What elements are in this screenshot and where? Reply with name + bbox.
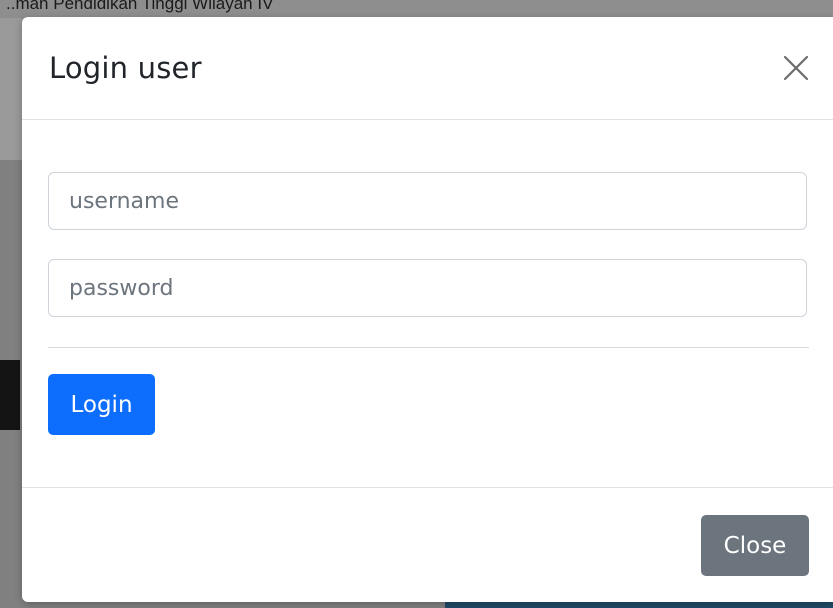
modal-body: Login — [22, 120, 833, 486]
backdrop-heading-fragment — [0, 360, 20, 430]
close-button[interactable]: Close — [701, 515, 809, 576]
backdrop-header-text: ..man Pendidikan Tinggi Wilayah IV — [6, 0, 274, 13]
form-divider — [48, 347, 809, 348]
close-icon[interactable] — [781, 53, 811, 83]
login-modal: Login user Login Close — [22, 17, 833, 602]
modal-footer: Close — [22, 487, 833, 603]
username-input[interactable] — [48, 172, 807, 230]
modal-title: Login user — [49, 51, 202, 85]
backdrop-top-strip: ..man Pendidikan Tinggi Wilayah IV — [0, 0, 833, 18]
password-input[interactable] — [48, 259, 807, 317]
login-button[interactable]: Login — [48, 374, 155, 435]
modal-header: Login user — [22, 17, 833, 120]
